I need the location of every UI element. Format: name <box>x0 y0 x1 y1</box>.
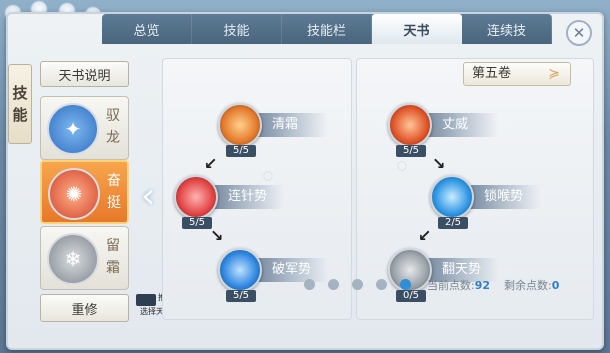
frost-emblem-icon: ❄ <box>47 233 99 285</box>
book-name-char: 龙 <box>106 130 120 146</box>
book-item-fenting[interactable]: ✺ 奋 挺 <box>40 160 129 224</box>
tianshu-info-label: 天书说明 <box>58 68 111 84</box>
arrow-icon: ↙ <box>204 154 218 173</box>
skill-level: 2/5 <box>438 217 468 229</box>
chevron-left-icon: ‹ <box>141 176 155 216</box>
skill-orb-icon <box>388 103 432 147</box>
volume-label: 第五卷 <box>472 66 512 81</box>
book-icon <box>136 294 156 306</box>
book-name-char: 奋 <box>107 173 121 189</box>
chevron-down-icon: ≽ <box>548 66 560 82</box>
tab-label: 连续技 <box>486 23 526 39</box>
side-title: 技 能 <box>8 64 32 144</box>
book-name: 驭 龙 <box>101 105 125 149</box>
watermark-calligraphy: 〇 <box>397 162 407 173</box>
points-summary: 当前点数:92 剩余点数:0 <box>427 277 559 293</box>
book-name-char: 留 <box>106 238 120 254</box>
page-dot[interactable] <box>304 279 315 290</box>
page-dot[interactable] <box>352 279 363 290</box>
tab-label: 天书 <box>403 23 430 39</box>
skill-orb-icon <box>430 175 474 219</box>
remaining-points-label: 剩余点数: <box>504 279 552 292</box>
book-name-char: 霜 <box>106 260 120 276</box>
skill-level: 5/5 <box>182 217 212 229</box>
skill-level: 5/5 <box>226 290 256 302</box>
tab-overview[interactable]: 总览 <box>102 14 192 44</box>
close-button[interactable]: ✕ <box>566 20 592 46</box>
skill-level: 5/5 <box>396 145 426 157</box>
arrow-icon: ↘ <box>432 154 446 173</box>
volume-select[interactable]: 第五卷 ≽ <box>463 62 571 86</box>
tab-skill-bar[interactable]: 技能栏 <box>282 14 372 44</box>
tab-skills[interactable]: 技能 <box>192 14 282 44</box>
current-points-value: 92 <box>474 279 491 292</box>
skill-level: 0/5 <box>396 290 426 302</box>
skill-orb-icon <box>218 103 262 147</box>
arrow-icon: ↘ <box>210 226 224 245</box>
page-dot[interactable] <box>376 279 387 290</box>
tab-label: 技能 <box>223 23 250 39</box>
tab-combo[interactable]: 连续技 <box>462 14 552 44</box>
dragon-emblem-icon: ✦ <box>47 103 99 155</box>
page-dot[interactable] <box>400 279 411 290</box>
tab-tianshu[interactable]: 天书 <box>372 14 462 44</box>
book-name: 留 霜 <box>101 235 125 279</box>
book-item-yulong[interactable]: ✦ 驭 龙 <box>40 96 129 160</box>
tab-bar: 总览 技能 技能栏 天书 连续技 <box>102 14 552 44</box>
reset-button[interactable]: 重修 <box>40 294 129 322</box>
side-title-char: 能 <box>12 106 28 124</box>
side-title-char: 技 <box>12 84 28 102</box>
book-name-char: 挺 <box>107 195 121 211</box>
flame-emblem-icon: ✺ <box>48 168 100 220</box>
watermark-calligraphy: 〇 <box>263 172 273 183</box>
skill-level: 5/5 <box>226 145 256 157</box>
book-name: 奋 挺 <box>102 170 126 214</box>
page-dot[interactable] <box>328 279 339 290</box>
pagination-dots <box>304 279 414 291</box>
tab-label: 技能栏 <box>306 23 346 39</box>
skill-orb-icon <box>218 248 262 292</box>
skill-orb-icon <box>174 175 218 219</box>
arrow-icon: ↙ <box>418 226 432 245</box>
book-item-liushuang[interactable]: ❄ 留 霜 <box>40 226 129 290</box>
reset-label: 重修 <box>71 302 98 318</box>
close-icon: ✕ <box>572 24 586 42</box>
current-points-label: 当前点数: <box>427 279 475 292</box>
tianshu-info-button[interactable]: 天书说明 <box>40 61 129 87</box>
remaining-points-value: 0 <box>551 279 560 292</box>
tab-label: 总览 <box>133 23 160 39</box>
book-name-char: 驭 <box>106 108 120 124</box>
